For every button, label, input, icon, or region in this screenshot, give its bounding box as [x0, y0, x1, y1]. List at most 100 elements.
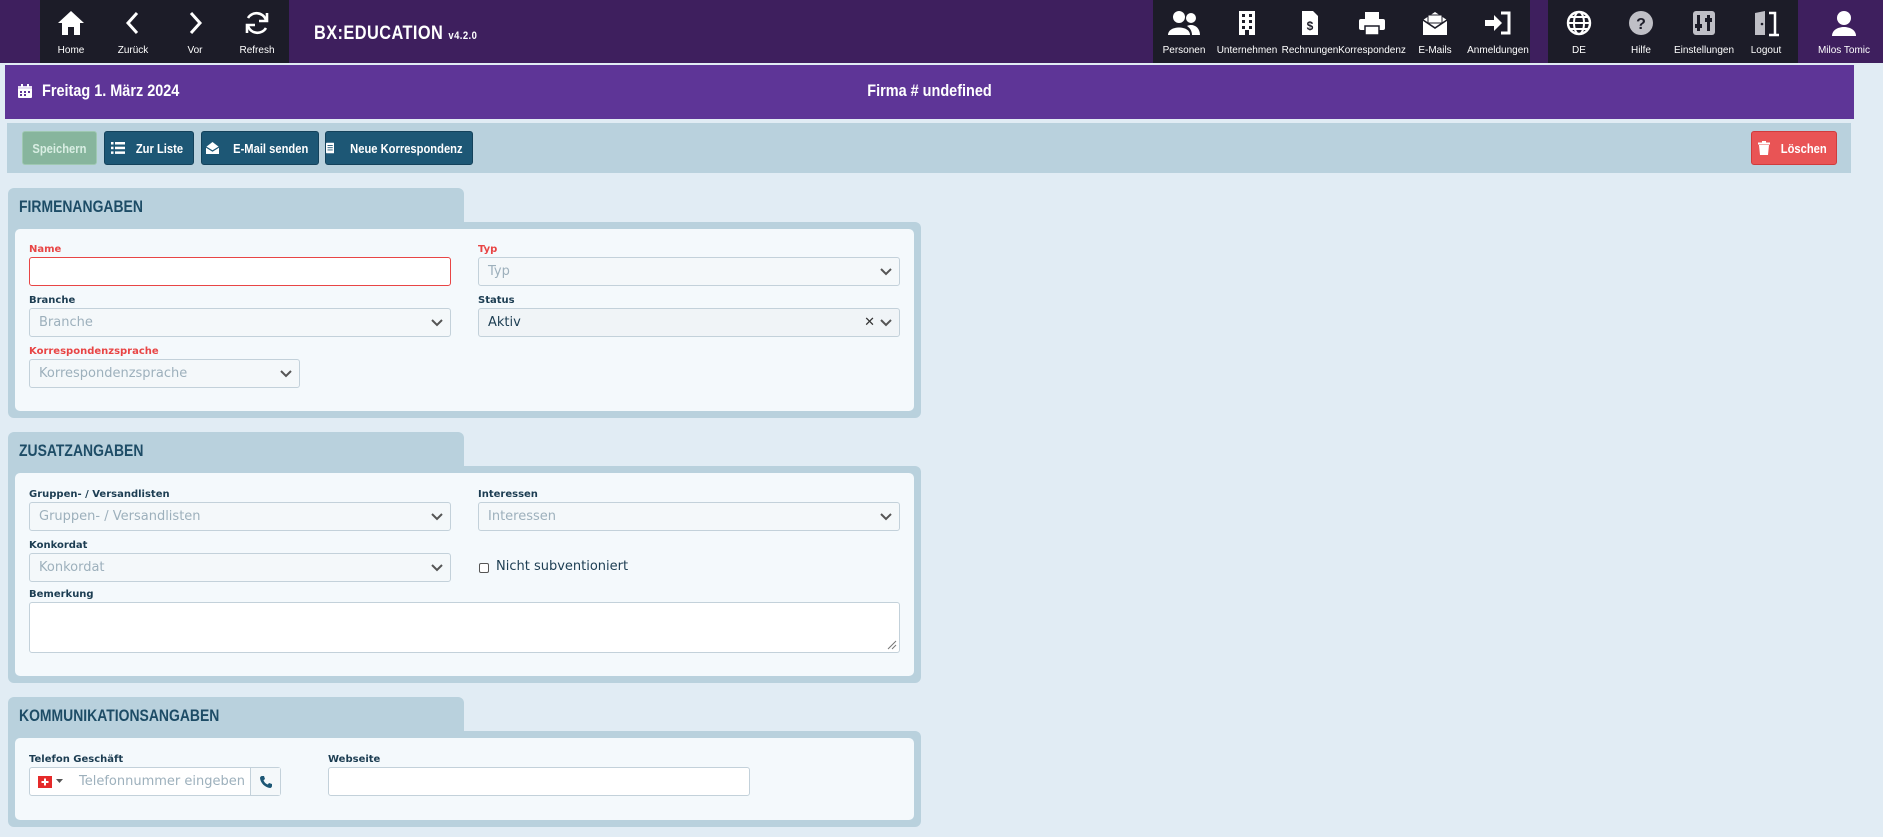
- korrespondenzsprache-select[interactable]: Korrespondenzsprache: [29, 359, 300, 388]
- nav-logout[interactable]: Logout: [1735, 0, 1797, 63]
- name-label: Name: [29, 244, 62, 255]
- firmenangaben-panel: Name Typ Typ Branche Branche Status Akti…: [15, 229, 914, 411]
- send-email-label: E-Mail senden: [233, 140, 309, 156]
- gruppen-select[interactable]: Gruppen- / Versandlisten: [29, 502, 451, 531]
- name-input[interactable]: [29, 257, 451, 286]
- zusatzangaben-panel: Gruppen- / Versandlisten Gruppen- / Vers…: [15, 473, 914, 676]
- chevron-left-icon: [125, 11, 139, 35]
- kommunikation-panel: Telefon Geschäft Telefonnummer eingeben …: [15, 738, 914, 820]
- chevron-right-icon: [189, 11, 203, 35]
- gruppen-placeholder: Gruppen- / Versandlisten: [39, 509, 201, 524]
- nicht-subventioniert-checkbox[interactable]: [479, 563, 489, 573]
- refresh-icon: [245, 11, 269, 35]
- chevron-down-icon: [431, 319, 443, 327]
- firmenangaben-heading: FIRMENANGABEN: [19, 197, 143, 216]
- chevron-down-icon: [880, 268, 892, 276]
- to-list-label: Zur Liste: [135, 140, 184, 156]
- to-list-button[interactable]: Zur Liste: [104, 131, 194, 165]
- konkordat-select[interactable]: Konkordat: [29, 553, 451, 582]
- telefon-input[interactable]: Telefonnummer eingeben: [70, 768, 252, 795]
- building-icon: [1239, 11, 1255, 35]
- nav-logout-label: Logout: [1750, 45, 1782, 56]
- document-icon: [326, 142, 335, 154]
- nav-emails[interactable]: E-Mails: [1404, 0, 1466, 63]
- svg-text:$: $: [1307, 19, 1314, 33]
- interessen-label: Interessen: [478, 489, 538, 500]
- new-correspondence-button[interactable]: Neue Korrespondenz: [325, 131, 473, 165]
- save-button-label: Speichern: [32, 140, 87, 156]
- telefon-label: Telefon Geschäft: [29, 754, 124, 765]
- brand-name: BX:EDUCATION: [314, 23, 444, 44]
- nav-hilfe[interactable]: ? Hilfe: [1610, 0, 1672, 63]
- status-select[interactable]: Aktiv ✕: [478, 308, 900, 337]
- zusatzangaben-section: Gruppen- / Versandlisten Gruppen- / Vers…: [8, 466, 921, 683]
- nav-unternehmen[interactable]: Unternehmen: [1216, 0, 1278, 63]
- chevron-down-icon: [431, 513, 443, 521]
- page-header-bar: Freitag 1. März 2024 Firma # undefined: [5, 65, 1854, 119]
- chevron-down-icon: [280, 370, 292, 378]
- sprache-placeholder: Korrespondenzsprache: [39, 366, 188, 381]
- branche-label: Branche: [29, 295, 76, 306]
- typ-select[interactable]: Typ: [478, 257, 900, 286]
- konkordat-label: Konkordat: [29, 540, 88, 551]
- konkordat-placeholder: Konkordat: [39, 560, 105, 575]
- interessen-select[interactable]: Interessen: [478, 502, 900, 531]
- send-email-button[interactable]: E-Mail senden: [201, 131, 319, 165]
- nav-language[interactable]: DE: [1548, 0, 1610, 63]
- app-version: v4.2.0: [448, 30, 478, 42]
- chevron-down-icon: [880, 319, 892, 327]
- clear-icon[interactable]: ✕: [864, 315, 875, 330]
- caret-down-icon: [55, 779, 63, 783]
- logout-door-icon: [1755, 11, 1779, 37]
- nav-korrespondenz[interactable]: Korrespondenz: [1338, 0, 1406, 63]
- app-brand: BX:EDUCATION v4.2.0: [314, 23, 477, 45]
- globe-icon: [1566, 10, 1592, 36]
- printer-icon: [1359, 12, 1385, 36]
- calendar-icon: [18, 84, 32, 98]
- telefon-input-group: Telefonnummer eingeben: [29, 767, 281, 796]
- zusatzangaben-heading: ZUSATZANGABEN: [19, 441, 144, 460]
- svg-text:?: ?: [1636, 16, 1646, 33]
- phone-icon: [259, 775, 272, 788]
- new-correspondence-label: Neue Korrespondenz: [350, 140, 463, 156]
- nav-refresh-label: Refresh: [239, 45, 275, 56]
- nav-anmeldungen-label: Anmeldungen: [1467, 45, 1529, 56]
- branche-select[interactable]: Branche: [29, 308, 451, 337]
- nav-rechnungen[interactable]: $ Rechnungen: [1279, 0, 1341, 63]
- nav-forward[interactable]: Vor: [164, 0, 226, 63]
- delete-button[interactable]: Löschen: [1751, 131, 1837, 165]
- firmenangaben-section: Name Typ Typ Branche Branche Status Akti…: [8, 222, 921, 418]
- user-icon: [1832, 11, 1856, 36]
- chevron-down-icon: [880, 513, 892, 521]
- nav-anmeldungen[interactable]: Anmeldungen: [1467, 0, 1529, 63]
- save-button[interactable]: Speichern: [22, 131, 97, 165]
- country-code-select[interactable]: [30, 768, 70, 795]
- help-icon: ?: [1629, 11, 1653, 35]
- interessen-placeholder: Interessen: [488, 509, 557, 524]
- page-title: Firma # undefined: [867, 81, 992, 100]
- nav-home[interactable]: Home: [40, 0, 102, 63]
- mail-open-icon: [205, 142, 220, 154]
- sign-in-icon: [1485, 11, 1511, 35]
- kommunikation-heading: KOMMUNIKATIONSANGABEN: [19, 706, 220, 725]
- nicht-subventioniert-label: Nicht subventioniert: [496, 559, 629, 574]
- persons-icon: [1168, 11, 1200, 35]
- trash-icon: [1757, 141, 1770, 155]
- top-navbar: Home Zurück Vor Refresh BX:EDUCATION v4.2…: [0, 0, 1883, 63]
- webseite-input[interactable]: [328, 767, 750, 796]
- settings-icon: [1693, 11, 1715, 35]
- nav-back[interactable]: Zurück: [102, 0, 164, 63]
- bemerkung-textarea[interactable]: [29, 602, 900, 653]
- status-value: Aktiv: [488, 315, 521, 330]
- invoice-icon: $: [1302, 11, 1318, 35]
- nav-personen[interactable]: Personen: [1153, 0, 1215, 63]
- webseite-label: Webseite: [328, 754, 381, 765]
- home-icon: [58, 11, 84, 35]
- nav-refresh[interactable]: Refresh: [226, 0, 288, 63]
- nav-einstellungen[interactable]: Einstellungen: [1673, 0, 1735, 63]
- phone-call-button[interactable]: [250, 768, 280, 795]
- nav-user-profile[interactable]: Milos Tomic: [1813, 0, 1875, 63]
- resize-handle-icon[interactable]: [887, 640, 897, 650]
- list-icon: [111, 142, 126, 154]
- typ-label: Typ: [478, 244, 498, 255]
